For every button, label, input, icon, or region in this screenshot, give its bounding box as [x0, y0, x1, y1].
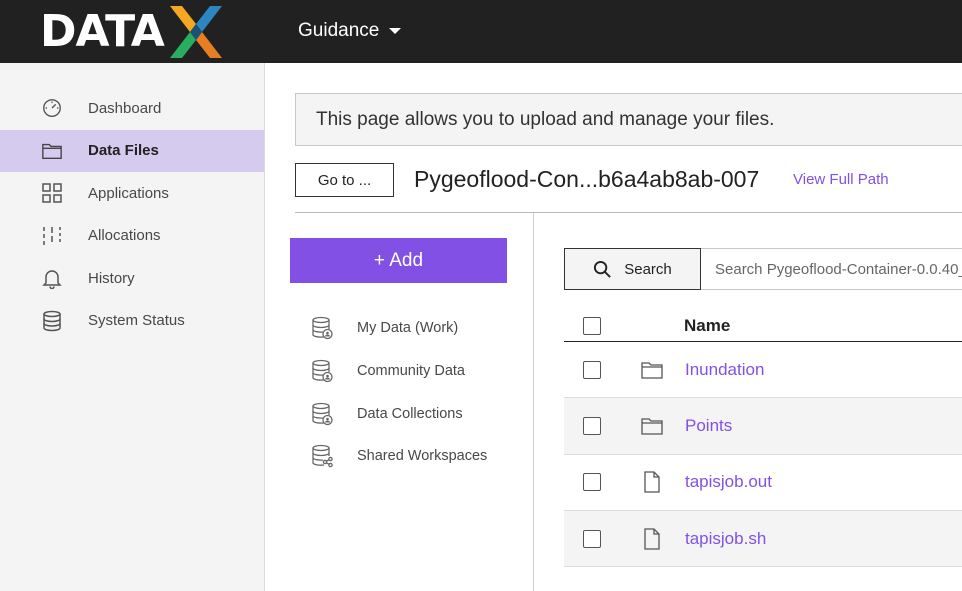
- folder-icon: [640, 416, 664, 436]
- view-full-path-link[interactable]: View Full Path: [793, 171, 889, 188]
- logo-text: DATA: [40, 6, 165, 57]
- sliders-icon: [40, 224, 64, 248]
- folder-icon: [40, 139, 64, 163]
- column-divider: [533, 213, 534, 591]
- file-name-link[interactable]: Points: [685, 416, 732, 436]
- select-all-checkbox[interactable]: [583, 317, 601, 335]
- search-button[interactable]: Search: [564, 248, 701, 290]
- system-item-label: Data Collections: [357, 405, 463, 422]
- system-item-community-data[interactable]: Community Data: [311, 350, 531, 393]
- file-icon: [640, 527, 664, 551]
- file-name-link[interactable]: tapisjob.out: [685, 472, 772, 492]
- search-input[interactable]: [701, 248, 962, 290]
- sidebar-item-system-status[interactable]: System Status: [0, 300, 264, 343]
- system-item-shared-workspaces[interactable]: Shared Workspaces: [311, 435, 531, 478]
- table-header: Name: [564, 311, 962, 342]
- file-icon: [640, 470, 664, 494]
- sidebar-item-data-files[interactable]: Data Files: [0, 129, 264, 172]
- row-checkbox[interactable]: [583, 360, 601, 379]
- file-table: Name Inundation Points tapisjob.out tapi…: [564, 311, 962, 568]
- banner-text: This page allows you to upload and manag…: [316, 108, 775, 130]
- info-banner: This page allows you to upload and manag…: [295, 93, 962, 146]
- go-to-button[interactable]: Go to ...: [295, 163, 394, 197]
- sidebar-item-applications[interactable]: Applications: [0, 172, 264, 215]
- sidebar-item-label: Dashboard: [88, 99, 162, 117]
- table-row[interactable]: Points: [564, 398, 962, 455]
- system-item-data-collections[interactable]: Data Collections: [311, 392, 531, 435]
- table-row[interactable]: tapisjob.out: [564, 455, 962, 511]
- database-share-icon: [311, 444, 333, 468]
- guidance-label: Guidance: [298, 20, 380, 41]
- datax-logo[interactable]: DATA: [40, 6, 222, 58]
- sidebar-item-dashboard[interactable]: Dashboard: [0, 87, 264, 130]
- row-checkbox[interactable]: [583, 416, 601, 435]
- system-item-label: My Data (Work): [357, 320, 459, 337]
- dashboard-icon: [40, 96, 64, 120]
- sidebar: Dashboard Data Files Applications Alloca…: [0, 63, 265, 591]
- system-item-label: Community Data: [357, 363, 465, 380]
- database-collection-icon: [311, 402, 333, 426]
- column-header-name[interactable]: Name: [684, 316, 730, 336]
- system-list: My Data (Work) Community Data Data Colle…: [311, 307, 531, 478]
- header-divider: [295, 212, 962, 213]
- system-item-label: Shared Workspaces: [357, 448, 488, 465]
- search-button-label: Search: [624, 260, 672, 278]
- sidebar-item-allocations[interactable]: Allocations: [0, 215, 264, 258]
- guidance-dropdown[interactable]: Guidance: [298, 20, 402, 42]
- database-user-icon: [311, 316, 333, 340]
- grid-icon: [40, 181, 64, 205]
- current-path-title: Pygeoflood-Con...b6a4ab8ab-007: [414, 166, 760, 192]
- row-checkbox[interactable]: [583, 529, 601, 548]
- row-checkbox[interactable]: [583, 473, 601, 492]
- sidebar-item-label: System Status: [88, 312, 185, 330]
- file-name-link[interactable]: Inundation: [685, 360, 764, 380]
- search-icon: [593, 260, 612, 279]
- sidebar-item-label: Applications: [88, 184, 169, 202]
- folder-icon: [640, 360, 664, 380]
- logo-x-icon: [169, 6, 222, 58]
- bell-icon: [40, 266, 64, 290]
- add-button[interactable]: + Add: [290, 238, 507, 283]
- table-row[interactable]: Inundation: [564, 342, 962, 399]
- sidebar-item-history[interactable]: History: [0, 257, 264, 300]
- table-row[interactable]: tapisjob.sh: [564, 510, 962, 568]
- file-name-link[interactable]: tapisjob.sh: [685, 529, 766, 549]
- sidebar-item-label: Allocations: [88, 227, 161, 245]
- database-community-icon: [311, 359, 333, 383]
- sidebar-item-label: Data Files: [88, 142, 159, 160]
- database-icon: [40, 309, 64, 333]
- top-navbar: DATA Guidance: [0, 0, 962, 63]
- sidebar-item-label: History: [88, 269, 135, 287]
- caret-down-icon: [389, 28, 402, 34]
- system-item-my-data[interactable]: My Data (Work): [311, 307, 531, 350]
